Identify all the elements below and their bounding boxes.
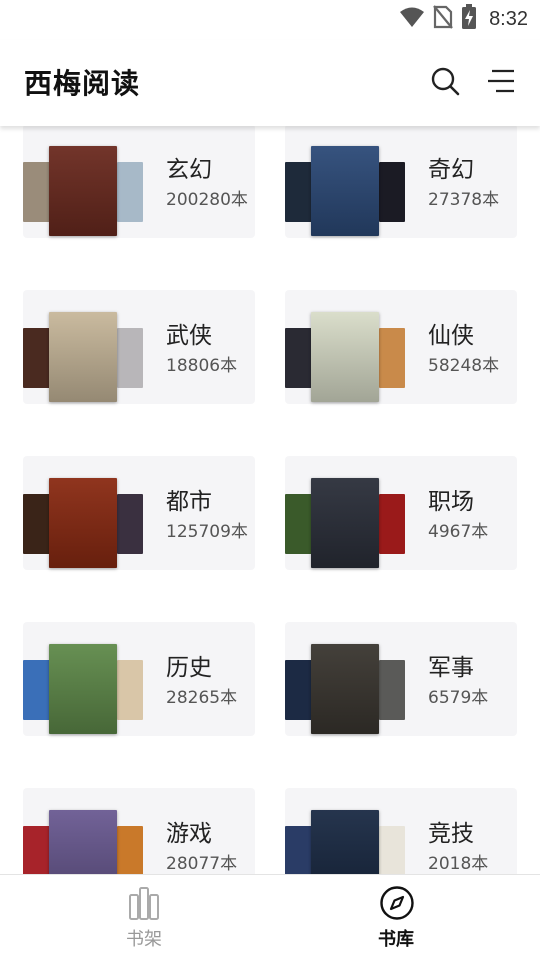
nav-bookshelf[interactable]: 书架 <box>94 885 194 951</box>
category-name: 仙侠 <box>428 323 474 349</box>
category-name: 竞技 <box>428 821 474 847</box>
nav-label: 书架 <box>126 929 162 950</box>
book-cover <box>379 328 405 388</box>
nav-library[interactable]: 书库 <box>346 885 446 951</box>
book-cover <box>311 644 379 734</box>
category-count: 200280本 <box>166 190 248 210</box>
category-name: 历史 <box>166 655 212 681</box>
search-icon[interactable] <box>430 66 460 96</box>
cover-stack <box>23 630 143 734</box>
no-sim-icon <box>433 5 453 33</box>
app-bar: 西梅阅读 <box>0 40 540 126</box>
book-cover <box>49 146 117 236</box>
book-cover <box>23 826 51 874</box>
category-name: 军事 <box>428 655 474 681</box>
book-cover <box>285 494 313 554</box>
category-count: 28265本 <box>166 688 238 708</box>
category-card-dushi[interactable]: 都市 125709本 <box>23 456 255 570</box>
compass-icon <box>379 885 414 921</box>
category-card-jingji[interactable]: 竞技 2018本 <box>285 788 517 874</box>
book-cover <box>285 660 313 720</box>
category-name: 武侠 <box>166 323 212 349</box>
cover-stack <box>285 464 405 568</box>
book-cover <box>285 826 313 874</box>
book-cover <box>117 826 143 874</box>
category-name: 职场 <box>428 489 474 515</box>
cover-stack <box>23 298 143 402</box>
category-name: 游戏 <box>166 821 212 847</box>
book-cover <box>311 810 379 874</box>
app-title: 西梅阅读 <box>24 67 141 100</box>
book-cover <box>311 312 379 402</box>
category-card-lishi[interactable]: 历史 28265本 <box>23 622 255 736</box>
book-cover <box>285 162 313 222</box>
category-name: 玄幻 <box>166 157 212 183</box>
category-card-youxi[interactable]: 游戏 28077本 <box>23 788 255 874</box>
category-list: 玄幻 200280本 奇幻 27378本 武侠 18806本 仙侠 58248本… <box>0 126 540 874</box>
book-cover <box>117 494 143 554</box>
cover-stack <box>285 132 405 236</box>
category-name: 奇幻 <box>428 157 474 183</box>
book-cover <box>23 660 51 720</box>
category-card-qihuan[interactable]: 奇幻 27378本 <box>285 126 517 238</box>
book-cover <box>379 826 405 874</box>
book-cover <box>379 162 405 222</box>
category-count: 58248本 <box>428 356 500 376</box>
category-name: 都市 <box>166 489 212 515</box>
book-cover <box>285 328 313 388</box>
menu-icon[interactable] <box>486 66 516 96</box>
book-cover <box>117 660 143 720</box>
nav-label: 书库 <box>378 929 414 950</box>
category-count: 18806本 <box>166 356 238 376</box>
cover-stack <box>23 132 143 236</box>
cover-stack <box>285 630 405 734</box>
book-cover <box>117 162 143 222</box>
category-card-wuxia[interactable]: 武侠 18806本 <box>23 290 255 404</box>
book-cover <box>311 146 379 236</box>
bookshelf-icon <box>127 885 161 921</box>
category-card-xianxia[interactable]: 仙侠 58248本 <box>285 290 517 404</box>
category-count: 2018本 <box>428 854 489 874</box>
category-card-xuanhuan[interactable]: 玄幻 200280本 <box>23 126 255 238</box>
book-cover <box>49 644 117 734</box>
book-cover <box>49 810 117 874</box>
wifi-icon <box>399 6 425 32</box>
book-cover <box>379 494 405 554</box>
bottom-nav: 书架 书库 <box>0 874 540 960</box>
cover-stack <box>285 796 405 874</box>
category-count: 4967本 <box>428 522 489 542</box>
book-cover <box>23 328 51 388</box>
book-cover <box>311 478 379 568</box>
status-bar: 8:32 <box>0 0 540 40</box>
category-card-junshi[interactable]: 军事 6579本 <box>285 622 517 736</box>
category-card-zhichang[interactable]: 职场 4967本 <box>285 456 517 570</box>
book-cover <box>117 328 143 388</box>
category-count: 125709本 <box>166 522 248 542</box>
book-cover <box>49 478 117 568</box>
category-count: 27378本 <box>428 190 500 210</box>
category-count: 6579本 <box>428 688 489 708</box>
status-time: 8:32 <box>489 7 528 30</box>
book-cover <box>23 494 51 554</box>
book-cover <box>49 312 117 402</box>
cover-stack <box>23 796 143 874</box>
cover-stack <box>23 464 143 568</box>
app-actions <box>430 66 516 96</box>
cover-stack <box>285 298 405 402</box>
category-count: 28077本 <box>166 854 238 874</box>
book-cover <box>23 162 51 222</box>
book-cover <box>379 660 405 720</box>
battery-charging-icon <box>461 4 477 34</box>
status-icons: 8:32 <box>399 4 528 34</box>
